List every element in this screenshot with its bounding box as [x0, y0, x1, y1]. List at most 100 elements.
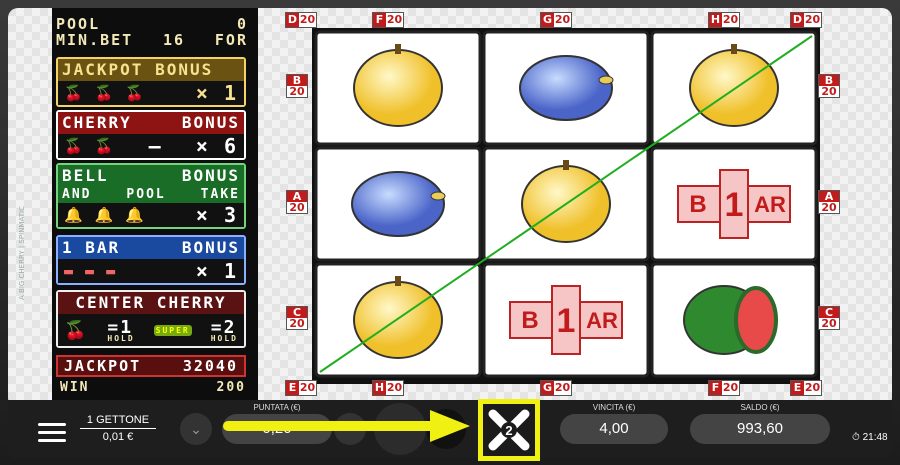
payline-label-right: C 20: [818, 306, 840, 330]
cherry-icon: 🍒: [64, 137, 85, 155]
checkmark-icon[interactable]: ✓: [426, 409, 466, 449]
reel-cell: [482, 30, 650, 146]
win-value: 200: [216, 380, 246, 395]
bar-1-icon: ▬: [85, 262, 97, 280]
times-sign: ×: [195, 134, 210, 158]
cherry-icon: 🍒: [64, 319, 89, 341]
payline-label-left: B 20: [286, 74, 308, 98]
bell-icon: 🔔: [94, 206, 116, 224]
puntata-display: 0,20: [222, 414, 332, 444]
reels-area: B 1 AR B 1 AR: [312, 28, 820, 384]
jackpot-label: JACKPOT: [64, 357, 142, 375]
coin-info: 1 GETTONE 0,01 €: [80, 414, 156, 443]
saldo-label: SALDO (€): [740, 403, 780, 412]
bar-bonus-title2: BONUS: [181, 238, 240, 257]
bar-icons: ▬ ▬ ▬: [64, 262, 117, 280]
cherry-bonus-title: CHERRY: [62, 113, 132, 132]
reel-cell: [650, 30, 818, 146]
cherry-icon: 🍒: [64, 84, 85, 102]
svg-text:1: 1: [557, 302, 576, 340]
minbet-for-label: FOR: [214, 31, 248, 49]
payline-label-left: C 20: [286, 306, 308, 330]
bar-1-icon: ▬: [64, 262, 76, 280]
payline-label-bottom: G 20: [540, 380, 572, 396]
reel-cell: [314, 30, 482, 146]
dash-sign: –: [148, 134, 163, 158]
reel-cell: B 1 AR: [482, 262, 650, 378]
reel-cell: [314, 146, 482, 262]
hold-label: HOLD: [210, 334, 238, 343]
svg-text:AR: AR: [586, 308, 618, 333]
cherry-icon: 🍒: [125, 84, 147, 102]
x2-double-icon[interactable]: 2: [483, 404, 535, 456]
reel-cell: B 1 AR: [650, 146, 818, 262]
bell-icon: 🔔: [64, 206, 85, 224]
times-sign: ×: [195, 259, 210, 283]
bell-sub-pool: POOL: [126, 187, 166, 202]
bell-bonus-title: BELL: [62, 166, 109, 185]
jackpot-bonus-mult: 1: [223, 81, 238, 105]
bell-bonus-mult: 3: [223, 203, 238, 227]
payline-label-top: G 20: [540, 12, 572, 28]
bet-decrease-button[interactable]: ⌄: [180, 413, 212, 445]
gettone-value: 0,01 €: [102, 431, 134, 443]
bet-increase-button[interactable]: ⌃: [334, 413, 366, 445]
bell-bonus-title2: BONUS: [181, 166, 240, 185]
saldo-value: 993,60: [737, 420, 783, 437]
jackpot-bonus-title: JACKPOT BONUS: [62, 60, 214, 79]
bell-bonus-box: BELL BONUS AND POOL TAKE 🔔 🔔 🔔 × 3: [56, 163, 246, 229]
payline-label-left: A 20: [286, 190, 308, 214]
menu-button[interactable]: [38, 418, 66, 447]
center-cherry-box: CENTER CHERRY 🍒 =1 HOLD SUPER =2 HOLD: [56, 290, 246, 348]
bottom-bar: 1 GETTONE 0,01 € ⌄ PUNTATA (€) 0,20 ⌃ ✓ …: [8, 400, 892, 458]
saldo-display: 993,60: [690, 414, 830, 444]
bar-bonus-mult: 1: [223, 259, 238, 283]
svg-text:B: B: [689, 191, 706, 218]
bar-bonus-title: 1 BAR: [62, 238, 121, 257]
payline-label-top: F 20: [372, 12, 404, 28]
cherry-bonus-box: CHERRY BONUS 🍒 🍒 – × 6: [56, 110, 246, 160]
super-badge: SUPER: [153, 324, 192, 336]
cherry-icons: 🍒 🍒: [64, 137, 115, 155]
reel-cell: [650, 262, 818, 378]
payline-label-bottom: E 20: [285, 380, 317, 396]
watermelon-icon: [683, 285, 778, 355]
payline-label-bottom: F 20: [708, 380, 740, 396]
pool-value: 0: [236, 15, 248, 33]
payline-label-right: B 20: [818, 74, 840, 98]
vincita-display: 4,00: [560, 414, 668, 444]
bell-icon: 🔔: [125, 206, 147, 224]
cherry-icon: 🍒: [94, 137, 116, 155]
plum-icon: [519, 55, 614, 121]
pool-info: POOL 0 MIN.BET 16 FOR: [56, 16, 248, 48]
cherry-bonus-mult: 6: [223, 134, 238, 158]
cherry-icon: 🍒: [94, 84, 116, 102]
bell-icons: 🔔 🔔 🔔: [64, 206, 146, 224]
payline-label-top: D 20: [790, 12, 822, 28]
minbet-label: MIN.BET: [56, 31, 134, 49]
spin-button[interactable]: [374, 403, 426, 455]
plum-icon: [351, 171, 446, 237]
payline-label-bottom: H 20: [372, 380, 404, 396]
clock-time: 21:48: [862, 432, 888, 443]
bar-1-icon: ▬: [106, 262, 118, 280]
cherry-icons: 🍒 🍒 🍒: [64, 84, 146, 102]
bell-sub-take: TAKE: [200, 187, 240, 202]
payline-label-bottom: E 20: [790, 380, 822, 396]
clock: ⏱ 21:48: [852, 432, 888, 443]
puntata-label: PUNTATA (€): [253, 403, 301, 412]
x2-highlight[interactable]: 2: [478, 399, 540, 461]
payline-label-top: D 20: [285, 12, 317, 28]
times-sign: ×: [195, 81, 210, 105]
bar-bonus-box: 1 BAR BONUS ▬ ▬ ▬ × 1: [56, 235, 246, 285]
jackpot-value: 32040: [182, 357, 238, 375]
puntata-value: 0,20: [262, 420, 292, 437]
jackpot-display: JACKPOT 32040: [56, 355, 246, 377]
jackpot-bonus-box: JACKPOT BONUS 🍒 🍒 🍒 × 1: [56, 57, 246, 107]
pool-label: POOL: [56, 15, 101, 33]
times-sign: ×: [195, 203, 210, 227]
cherry-bonus-title2: BONUS: [181, 113, 240, 132]
minbet-value: 16: [163, 31, 186, 49]
brand-text: A BIG CHERRY | SPINMATIC: [18, 206, 26, 300]
vincita-label: VINCITA (€): [592, 403, 636, 412]
